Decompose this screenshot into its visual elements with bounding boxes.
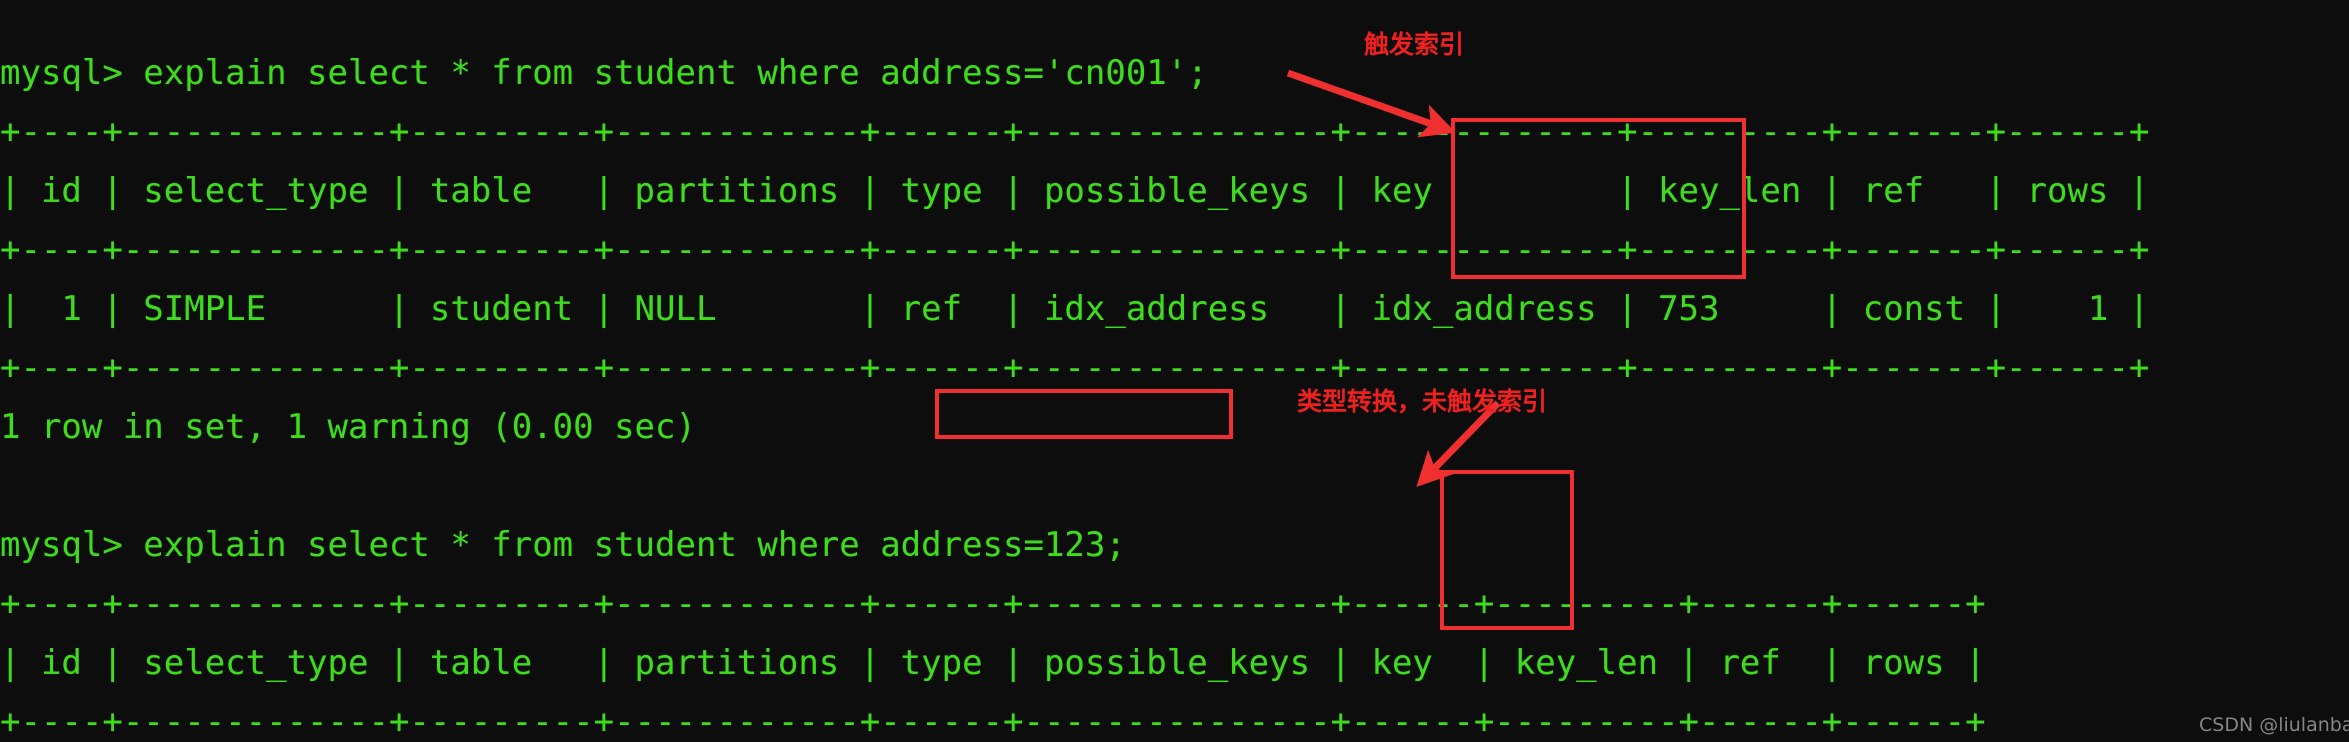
terminal-line: | id | select_type | table | partitions … — [0, 171, 2150, 211]
terminal-line: mysql> explain select * from student whe… — [0, 53, 1208, 93]
terminal-line: +----+-------------+---------+----------… — [0, 702, 1986, 742]
terminal-line: +----+-------------+---------+----------… — [0, 348, 2150, 388]
terminal-line: +----+-------------+---------+----------… — [0, 230, 2150, 270]
terminal-line: | id | select_type | table | partitions … — [0, 643, 1986, 683]
terminal-line: | 1 | SIMPLE | student | NULL | ref | id… — [0, 289, 2150, 329]
terminal-output: mysql> explain select * from student whe… — [0, 34, 2349, 742]
watermark: CSDN @liulanba — [2199, 714, 2349, 736]
annotation-label-second: 类型转换，未触发索引 — [1297, 387, 1548, 416]
terminal-line: 1 row in set, 1 warning (0.00 sec) — [0, 407, 696, 447]
terminal-line: +----+-------------+---------+----------… — [0, 112, 2150, 152]
terminal-screenshot: mysql> explain select * from student whe… — [0, 0, 2349, 742]
annotation-label-first: 触发索引 — [1364, 30, 1465, 59]
terminal-line: +----+-------------+---------+----------… — [0, 584, 1986, 624]
terminal-line: mysql> explain select * from student whe… — [0, 525, 1126, 565]
